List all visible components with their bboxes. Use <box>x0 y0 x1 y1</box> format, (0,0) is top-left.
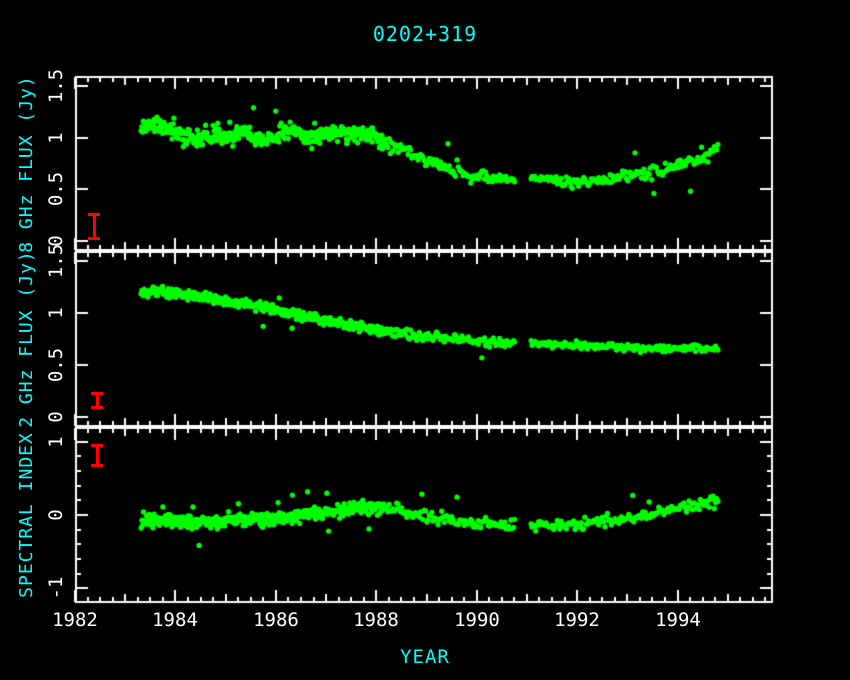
x-axis-title: YEAR <box>0 646 850 668</box>
x-tick-label: 1984 <box>130 609 220 631</box>
y-tick-label: 1.5 <box>45 41 67 131</box>
x-tick-label: 1986 <box>231 609 321 631</box>
error-bar-indicator <box>91 444 103 467</box>
y-axis-label-spectral-index: SPECTRAL INDEX <box>16 405 38 625</box>
lightcurve-plot-screen: 0202+319 8 GHz FLUX (Jy) 2 GHz FLUX (Jy)… <box>0 0 850 680</box>
error-bar-cap <box>91 406 103 409</box>
error-bar-stem <box>93 213 96 240</box>
x-tick-label: 1992 <box>532 609 622 631</box>
x-tick-label: 1990 <box>432 609 522 631</box>
y-tick-label: 1 <box>45 397 67 487</box>
error-bar-indicator <box>88 213 100 240</box>
plot-title: 0202+319 <box>0 22 850 46</box>
x-tick-label: 1982 <box>30 609 120 631</box>
chart-canvas <box>0 0 850 680</box>
x-tick-label: 1994 <box>633 609 723 631</box>
error-bar-cap <box>91 464 103 467</box>
error-bar-cap <box>88 237 100 240</box>
x-tick-label: 1988 <box>331 609 421 631</box>
y-tick-label: 1.5 <box>45 216 67 306</box>
error-bar-indicator <box>91 392 103 409</box>
